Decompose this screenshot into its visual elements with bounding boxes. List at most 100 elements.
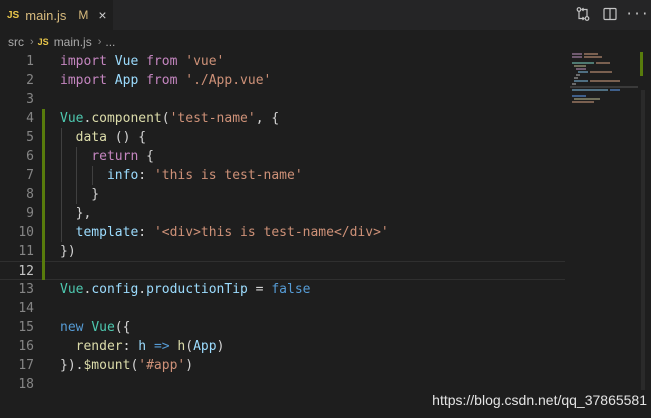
line-number: 5 — [26, 130, 34, 145]
code-text: new Vue({ — [60, 318, 130, 337]
code-token: Vue — [60, 282, 84, 297]
code-text: }, — [60, 204, 92, 223]
code-text: Vue.component('test-name', { — [60, 109, 279, 128]
code-line[interactable]: 11}) — [0, 242, 565, 261]
code-token: $mount — [83, 358, 131, 373]
code-token: Vue — [91, 320, 115, 335]
breadcrumb-symbol[interactable]: ... — [105, 35, 115, 49]
code-line[interactable]: 10 template: '<div>this is test-name</di… — [0, 223, 565, 242]
split-editor-icon[interactable] — [602, 5, 618, 23]
code-token: }). — [60, 358, 84, 373]
tab-title: main.js — [25, 7, 67, 23]
line-number: 7 — [26, 168, 34, 183]
code-text: render: h => h(App) — [60, 337, 225, 356]
code-text: import Vue from 'vue' — [60, 52, 224, 71]
code-token: = — [247, 282, 272, 297]
code-text: template: '<div>this is test-name</div>' — [60, 223, 389, 242]
more-actions-icon[interactable]: ··· — [625, 5, 648, 23]
line-number: 2 — [26, 73, 34, 88]
line-number: 14 — [18, 301, 34, 316]
breadcrumb: src › JS main.js › ... — [0, 30, 651, 54]
scrollbar-change-marker — [640, 52, 643, 76]
code-line[interactable]: 1 import Vue from 'vue' — [0, 52, 565, 71]
line-number: 16 — [18, 339, 34, 354]
line-number: 18 — [18, 377, 34, 392]
code-line[interactable]: 8 } — [0, 185, 565, 204]
code-token: '#app' — [138, 358, 186, 373]
code-line[interactable]: 13 Vue.config.productionTip = false — [0, 280, 565, 299]
chevron-right-icon: › — [97, 36, 102, 48]
code-line[interactable]: 9 }, — [0, 204, 565, 223]
code-token: from — [146, 54, 178, 69]
line-number: 11 — [18, 244, 34, 259]
code-text: }).$mount('#app') — [60, 356, 193, 375]
code-token: false — [271, 282, 311, 297]
indent-guide — [92, 166, 93, 185]
tab-main-js[interactable]: JS main.js M × — [0, 0, 113, 30]
code-token: . — [138, 282, 147, 297]
code-line[interactable]: 3 — [0, 90, 565, 109]
code-line[interactable]: 15 new Vue({ — [0, 318, 565, 337]
code-token: }, — [60, 206, 92, 221]
code-line[interactable]: 17 }).$mount('#app') — [0, 356, 565, 375]
javascript-file-icon: JS — [37, 37, 49, 47]
line-number: 8 — [26, 187, 34, 202]
code-token: ( — [185, 339, 194, 354]
line-number: 17 — [18, 358, 34, 373]
code-editor[interactable]: 1 import Vue from 'vue' 2 import App from '… — [0, 52, 651, 418]
code-token: return — [91, 149, 139, 164]
code-text: } — [60, 185, 99, 204]
code-line[interactable]: 12 — [0, 261, 565, 280]
code-line[interactable]: 4 Vue.component('test-name', { — [0, 109, 565, 128]
watermark: https://blog.csdn.net/qq_37865581 — [432, 392, 647, 408]
compare-changes-icon[interactable] — [575, 5, 591, 23]
modified-indicator: M — [78, 8, 89, 22]
code-token: info — [106, 168, 139, 183]
indent-guide — [76, 147, 77, 204]
code-text: }) — [60, 242, 76, 261]
breadcrumb-file[interactable]: main.js — [54, 35, 92, 49]
code-token: : — [122, 339, 139, 354]
line-number: 10 — [18, 225, 34, 240]
code-text: info: 'this is test-name' — [60, 166, 303, 185]
minimap[interactable] — [570, 52, 640, 112]
breadcrumb-folder[interactable]: src — [8, 35, 24, 49]
code-token: : — [138, 225, 154, 240]
code-line[interactable]: 7 info: 'this is test-name' — [0, 166, 565, 185]
line-number: 1 — [26, 54, 34, 69]
code-token: 'vue' — [185, 54, 225, 69]
code-token: { — [138, 149, 154, 164]
code-token: () { — [106, 130, 147, 145]
code-token: ( — [161, 111, 170, 126]
line-number: 12 — [18, 264, 34, 279]
close-icon[interactable]: × — [98, 7, 106, 23]
code-token: './App.vue' — [185, 73, 272, 88]
code-token: App — [193, 339, 217, 354]
code-token: } — [60, 187, 100, 202]
code-token: component — [91, 111, 162, 126]
line-number: 9 — [26, 206, 34, 221]
code-line[interactable]: 14 — [0, 299, 565, 318]
line-number: 15 — [18, 320, 34, 335]
code-token: ) — [185, 358, 194, 373]
code-line[interactable]: 5 data () { — [0, 128, 565, 147]
code-line[interactable]: 2 import App from './App.vue' — [0, 71, 565, 90]
line-number: 3 — [26, 92, 34, 107]
code-line[interactable]: 6 return { — [0, 147, 565, 166]
code-text: import App from './App.vue' — [60, 71, 271, 90]
code-token: import — [60, 54, 107, 69]
tab-bar: JS main.js M × ··· — [0, 0, 651, 30]
code-token: '<div>this is test-name</div>' — [153, 225, 389, 240]
scrollbar[interactable] — [641, 90, 645, 390]
code-line[interactable]: 16 render: h => h(App) — [0, 337, 565, 356]
code-token: data — [75, 130, 107, 145]
git-change-indicator[interactable] — [42, 109, 45, 280]
code-token: h — [138, 339, 147, 354]
code-token: 'this is test-name' — [153, 168, 303, 183]
